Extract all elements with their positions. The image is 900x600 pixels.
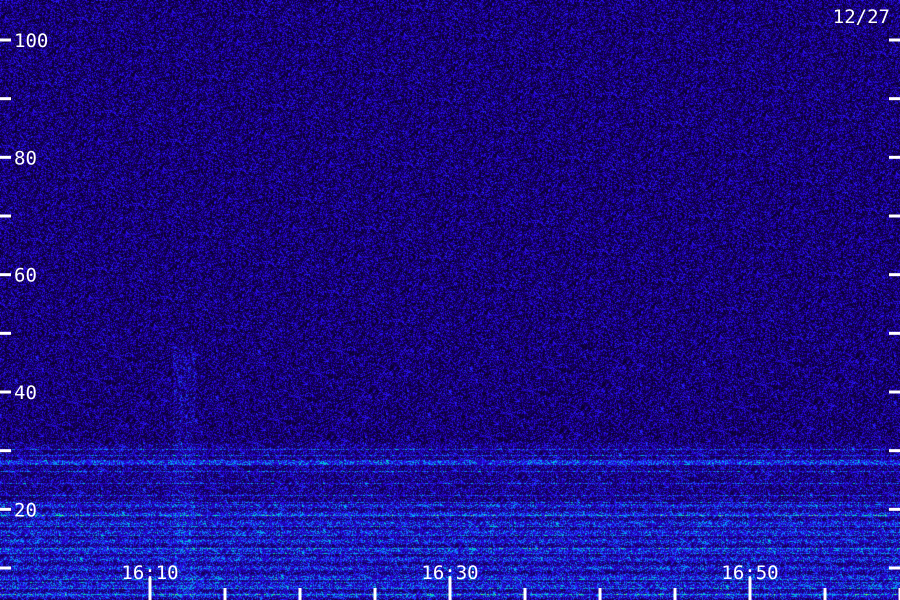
y-tick-label: 60	[14, 265, 37, 287]
x-tick-label: 16:30	[421, 562, 478, 584]
x-tick-label: 16:10	[121, 562, 178, 584]
y-tick-label: 80	[14, 147, 37, 169]
y-tick-label: 100	[14, 30, 48, 52]
axis-overlay: 20 40 60 80 100 16:10 16:30 16:50 12/27	[0, 6, 900, 600]
date-label: 12/27	[833, 6, 890, 28]
y-tick-label: 40	[14, 382, 37, 404]
spectrogram: 20 40 60 80 100 16:10 16:30 16:50 12/27	[0, 0, 900, 600]
y-axis: 20 40 60 80 100	[0, 30, 900, 570]
x-tick-label: 16:50	[721, 562, 778, 584]
y-tick-label: 20	[14, 499, 37, 521]
x-axis: 16:10 16:30 16:50	[121, 562, 900, 600]
